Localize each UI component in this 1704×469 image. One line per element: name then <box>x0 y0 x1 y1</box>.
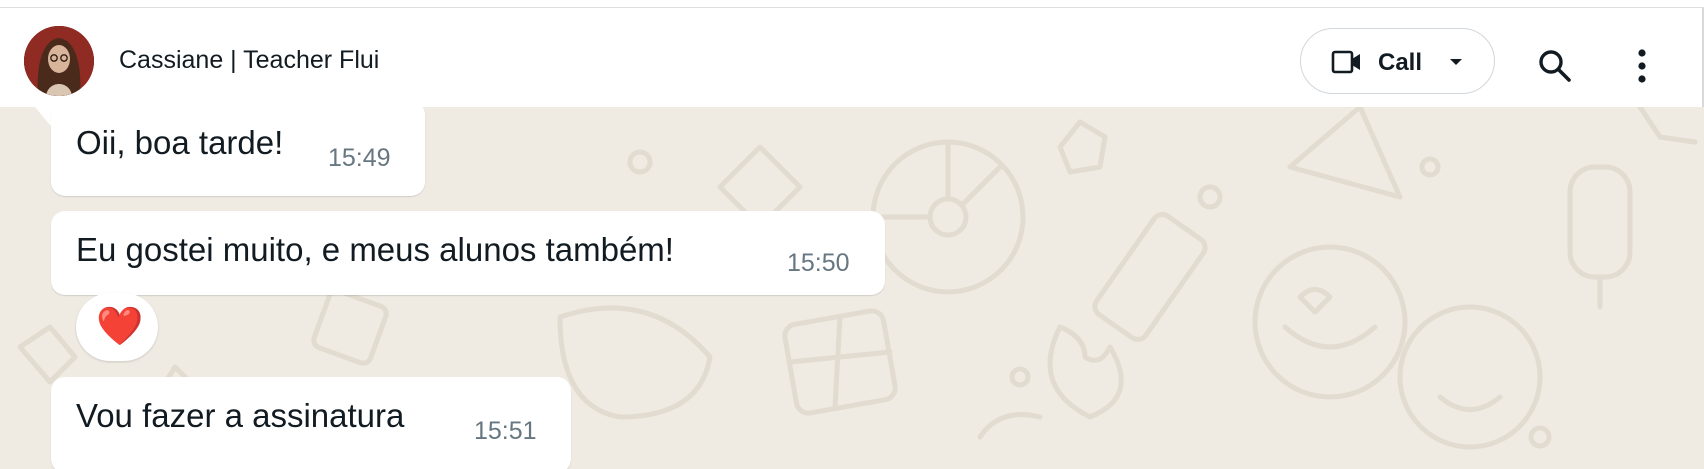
message-reaction[interactable]: ❤️ <box>76 293 158 361</box>
search-icon <box>1539 50 1571 82</box>
contact-avatar[interactable] <box>24 26 94 96</box>
message-timestamp: 15:51 <box>474 417 537 445</box>
avatar-photo <box>24 26 94 96</box>
caret-down-icon <box>1450 59 1462 65</box>
contact-name[interactable]: Cassiane | Teacher Flui <box>119 46 379 75</box>
message-bubble[interactable]: Eu gostei muito, e meus alunos também! 1… <box>51 211 885 295</box>
search-button[interactable] <box>1537 48 1573 84</box>
heart-reaction-icon: ❤️ <box>96 306 144 348</box>
message-timestamp: 15:50 <box>787 249 850 277</box>
window-top-border <box>0 0 1704 8</box>
message-bubble[interactable]: Vou fazer a assinatura 15:51 <box>51 377 571 469</box>
message-text: Eu gostei muito, e meus alunos também! <box>76 231 674 268</box>
chat-area: Oii, boa tarde! 15:49 Eu gostei muito, e… <box>0 107 1704 469</box>
menu-button[interactable] <box>1630 46 1654 86</box>
message-timestamp: 15:49 <box>328 144 391 172</box>
call-button[interactable]: Call <box>1300 28 1495 94</box>
message-bubble[interactable]: Oii, boa tarde! 15:49 <box>51 107 425 196</box>
message-text: Oii, boa tarde! <box>76 124 284 161</box>
chat-header: Cassiane | Teacher Flui Call <box>0 8 1704 107</box>
video-camera-icon <box>1331 50 1360 74</box>
message-text: Vou fazer a assinatura <box>76 397 405 434</box>
call-button-label: Call <box>1378 49 1423 76</box>
kebab-menu-icon <box>1638 49 1646 83</box>
